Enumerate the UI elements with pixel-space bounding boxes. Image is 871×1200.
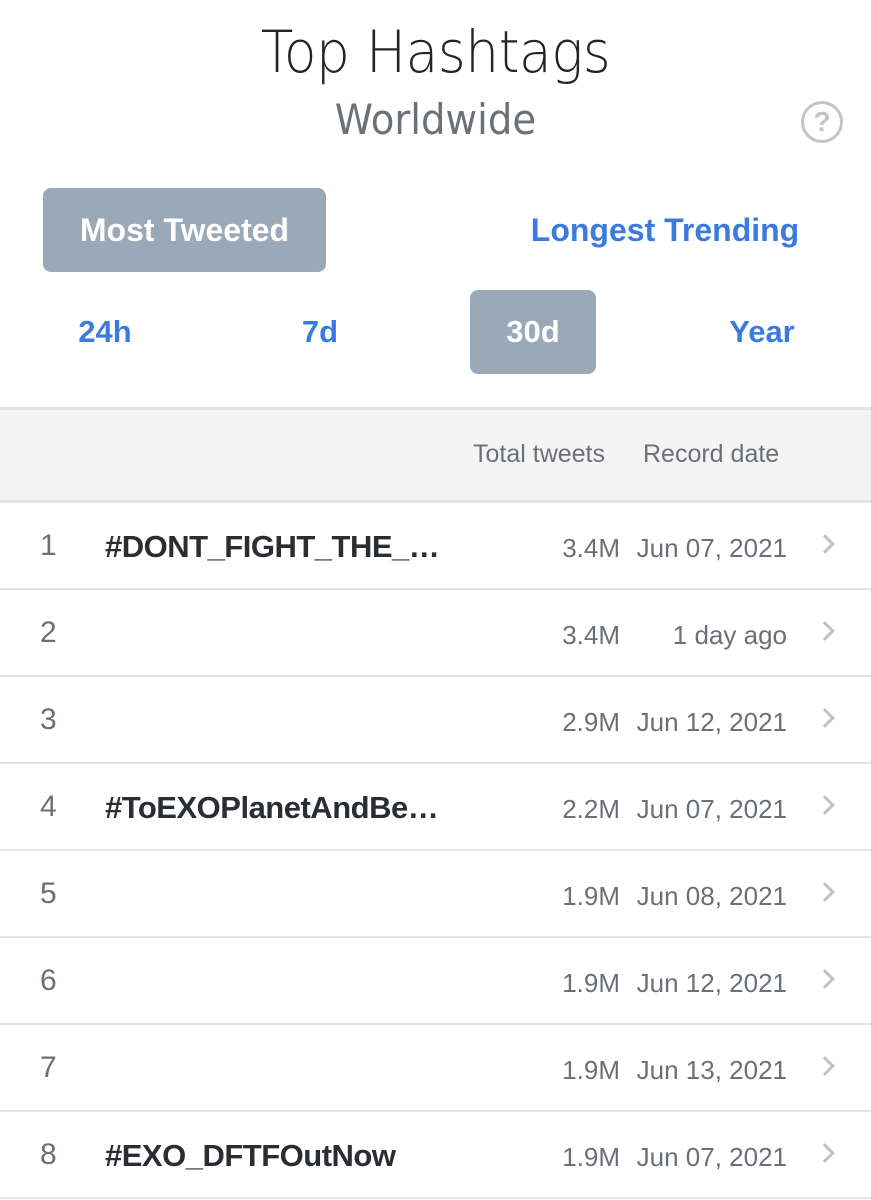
- record-date: Jun 07, 2021: [636, 794, 787, 824]
- range-24h-tab[interactable]: 24h: [60, 290, 150, 374]
- total-tweets: 3.4M: [562, 533, 620, 563]
- chevron-right-icon[interactable]: [815, 621, 835, 641]
- total-tweets: 1.9M: [562, 1142, 620, 1172]
- hashtag-name: #EXO_DFTFOutNow: [105, 1138, 396, 1173]
- rank: 7: [40, 1051, 57, 1084]
- top-hashtags-page: Top Hashtags Worldwide ? Most Tweeted Lo…: [0, 0, 871, 1200]
- column-total-tweets: Total tweets: [473, 440, 606, 468]
- record-date: Jun 08, 2021: [636, 881, 787, 911]
- record-date: Jun 07, 2021: [636, 1142, 787, 1172]
- rank: 4: [40, 790, 57, 823]
- chevron-right-icon[interactable]: [815, 882, 835, 902]
- total-tweets: 1.9M: [562, 1055, 620, 1085]
- range-year-tab[interactable]: Year: [712, 290, 812, 374]
- rank: 1: [40, 529, 57, 562]
- rank: 2: [40, 616, 57, 649]
- chevron-right-icon[interactable]: [815, 534, 835, 554]
- hashtag-name: #DONT_FIGHT_THE_…: [105, 529, 440, 564]
- range-30d-tab[interactable]: 30d: [470, 290, 596, 374]
- table-row[interactable]: 1 #DONT_FIGHT_THE_… 3.4M Jun 07, 2021: [0, 503, 871, 590]
- chevron-right-icon[interactable]: [815, 1143, 835, 1163]
- table-row[interactable]: 4 #ToEXOPlanetAndBe… 2.2M Jun 07, 2021: [0, 764, 871, 851]
- page-title: Top Hashtags: [260, 18, 611, 86]
- table-row[interactable]: 7 1.9M Jun 13, 2021: [0, 1025, 871, 1112]
- table-row[interactable]: 5 1.9M Jun 08, 2021: [0, 851, 871, 938]
- rank: 6: [40, 964, 57, 997]
- total-tweets: 1.9M: [562, 881, 620, 911]
- range-7d-tab[interactable]: 7d: [280, 290, 360, 374]
- record-date: Jun 07, 2021: [636, 533, 787, 563]
- table-row[interactable]: 3 2.9M Jun 12, 2021: [0, 677, 871, 764]
- hashtag-name: #ToEXOPlanetAndBe…: [105, 790, 439, 825]
- rank: 8: [40, 1138, 57, 1171]
- most-tweeted-tab[interactable]: Most Tweeted: [43, 188, 326, 272]
- rank: 5: [40, 877, 57, 910]
- table-row[interactable]: 6 1.9M Jun 12, 2021: [0, 938, 871, 1025]
- chevron-right-icon[interactable]: [815, 1056, 835, 1076]
- record-date: 1 day ago: [672, 620, 787, 650]
- chevron-right-icon[interactable]: [815, 795, 835, 815]
- total-tweets: 2.9M: [562, 707, 620, 737]
- location-subtitle[interactable]: Worldwide: [35, 95, 836, 144]
- hashtag-list: 1 #DONT_FIGHT_THE_… 3.4M Jun 07, 2021 2 …: [0, 503, 871, 1199]
- help-icon[interactable]: ?: [801, 101, 843, 143]
- record-date: Jun 12, 2021: [636, 968, 787, 998]
- column-record-date: Record date: [643, 440, 780, 468]
- table-header: Total tweets Record date: [0, 407, 871, 503]
- total-tweets: 3.4M: [562, 620, 620, 650]
- total-tweets: 2.2M: [562, 794, 620, 824]
- table-row[interactable]: 8 #EXO_DFTFOutNow 1.9M Jun 07, 2021: [0, 1112, 871, 1199]
- total-tweets: 1.9M: [562, 968, 620, 998]
- chevron-right-icon[interactable]: [815, 708, 835, 728]
- table-row[interactable]: 2 3.4M 1 day ago: [0, 590, 871, 677]
- record-date: Jun 12, 2021: [636, 707, 787, 737]
- longest-trending-tab[interactable]: Longest Trending: [500, 188, 830, 272]
- rank: 3: [40, 703, 57, 736]
- record-date: Jun 13, 2021: [636, 1055, 787, 1085]
- chevron-right-icon[interactable]: [815, 969, 835, 989]
